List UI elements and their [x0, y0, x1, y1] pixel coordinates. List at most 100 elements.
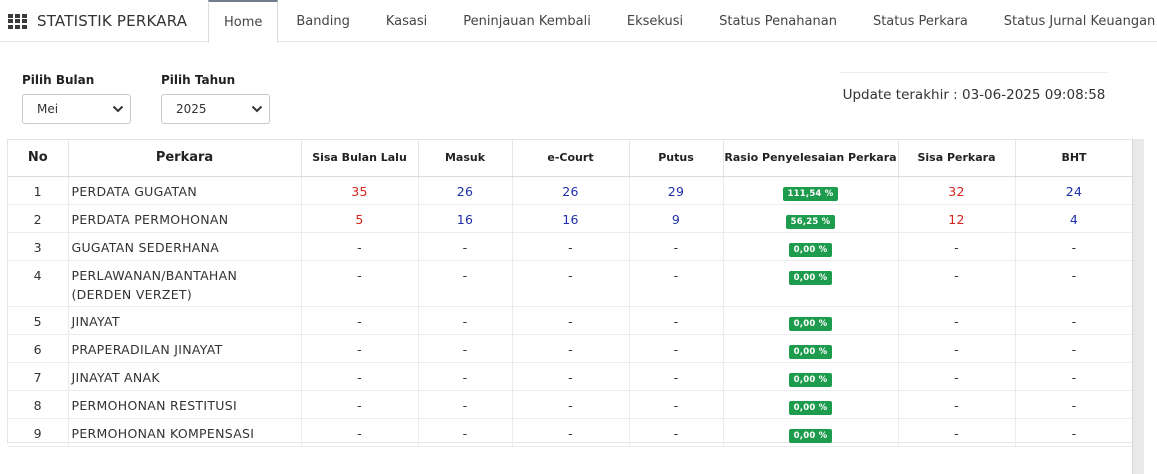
- cell-rasio: 0,00 %: [723, 334, 899, 363]
- nav-tab-peninjauan-kembali[interactable]: Peninjauan Kembali: [445, 0, 609, 42]
- statistics-table: No Perkara Sisa Bulan Lalu Masuk e-Court…: [8, 140, 1134, 447]
- cell-no: 2: [8, 204, 69, 233]
- table-row: 9 PERMOHONAN KOMPENSASI - - - - 0,00 % -…: [8, 418, 1134, 447]
- cell-rasio: 0,00 %: [723, 390, 899, 419]
- cell-ecourt: -: [512, 362, 630, 391]
- month-label: Pilih Bulan: [22, 73, 95, 87]
- nav-tab-status-penahanan[interactable]: Status Penahanan: [701, 0, 855, 42]
- cell-no: 6: [8, 334, 69, 363]
- cell-sisa-bulan-lalu: -: [301, 334, 419, 363]
- header-perkara: Perkara: [68, 140, 302, 177]
- nav-tab-eksekusi[interactable]: Eksekusi: [609, 0, 701, 42]
- table-row: 1 PERDATA GUGATAN 35 26 26 29 111,54 % 3…: [8, 176, 1134, 205]
- cell-bht: -: [1015, 334, 1134, 363]
- cell-perkara: JINAYAT: [68, 306, 302, 335]
- cell-ecourt: -: [512, 418, 630, 447]
- month-select-value: Mei: [37, 102, 59, 116]
- ratio-badge: 0,00 %: [788, 242, 833, 257]
- table-header-row: No Perkara Sisa Bulan Lalu Masuk e-Court…: [8, 140, 1134, 177]
- table-row: 2 PERDATA PERMOHONAN 5 16 16 9 56,25 % 1…: [8, 204, 1134, 233]
- main-nav: Home Banding Kasasi Peninjauan Kembali E…: [208, 0, 1157, 43]
- ratio-badge: 0,00 %: [788, 316, 833, 331]
- cell-sisa-bulan-lalu: -: [301, 390, 419, 419]
- cell-ecourt[interactable]: 26: [512, 176, 630, 205]
- cell-bht: -: [1015, 260, 1134, 307]
- cell-sisa-bulan-lalu: -: [301, 306, 419, 335]
- cell-sisa-perkara: -: [898, 232, 1016, 261]
- brand[interactable]: STATISTIK PERKARA: [8, 11, 187, 31]
- cell-sisa-perkara: -: [898, 306, 1016, 335]
- ratio-badge: 0,00 %: [788, 270, 833, 285]
- cell-rasio: 0,00 %: [723, 418, 899, 447]
- ratio-badge: 0,00 %: [788, 400, 833, 415]
- table-row: 4 PERLAWANAN/BANTAHAN (DERDEN VERZET) - …: [8, 260, 1134, 307]
- cell-no: 1: [8, 176, 69, 205]
- cell-bht: -: [1015, 418, 1134, 447]
- cell-putus: -: [629, 232, 724, 261]
- cell-perkara: PERDATA PERMOHONAN: [68, 204, 302, 233]
- cell-ecourt: -: [512, 232, 630, 261]
- year-select-value: 2025: [176, 102, 207, 116]
- cell-ecourt: -: [512, 260, 630, 307]
- cell-perkara: JINAYAT ANAK: [68, 362, 302, 391]
- statistics-table-container: No Perkara Sisa Bulan Lalu Masuk e-Court…: [7, 139, 1134, 447]
- cell-no: 9: [8, 418, 69, 447]
- cell-perkara: PERMOHONAN KOMPENSASI: [68, 418, 302, 447]
- nav-tab-banding[interactable]: Banding: [278, 0, 367, 42]
- cell-putus[interactable]: 29: [629, 176, 724, 205]
- cell-sisa-perkara[interactable]: 12: [898, 204, 1016, 233]
- cell-masuk: -: [418, 306, 513, 335]
- cell-perkara: PERDATA GUGATAN: [68, 176, 302, 205]
- cell-putus: -: [629, 362, 724, 391]
- cell-rasio: 0,00 %: [723, 362, 899, 391]
- nav-tab-status-jurnal-keuangan[interactable]: Status Jurnal Keuangan Perdata: [986, 0, 1157, 42]
- cell-sisa-perkara: -: [898, 260, 1016, 307]
- table-row: 3 GUGATAN SEDERHANA - - - - 0,00 % - -: [8, 232, 1134, 261]
- cell-putus[interactable]: 9: [629, 204, 724, 233]
- cell-no: 5: [8, 306, 69, 335]
- cell-bht: -: [1015, 390, 1134, 419]
- cell-rasio: 111,54 %: [723, 176, 899, 205]
- cell-putus: -: [629, 390, 724, 419]
- header-ecourt: e-Court: [512, 140, 630, 177]
- header-rasio: Rasio Penyelesaian Perkara: [723, 140, 899, 177]
- month-select[interactable]: Mei: [22, 94, 131, 124]
- cell-sisa-perkara: -: [898, 334, 1016, 363]
- cell-ecourt[interactable]: 16: [512, 204, 630, 233]
- nav-tab-status-perkara[interactable]: Status Perkara: [855, 0, 986, 42]
- cell-perkara: PERMOHONAN RESTITUSI: [68, 390, 302, 419]
- chevron-down-icon: [112, 105, 124, 113]
- cell-masuk[interactable]: 26: [418, 176, 513, 205]
- cell-no: 4: [8, 260, 69, 307]
- last-update-text: Update terakhir : 03-06-2025 09:08:58: [842, 86, 1106, 103]
- cell-bht: -: [1015, 362, 1134, 391]
- header-masuk: Masuk: [418, 140, 513, 177]
- cell-sisa-bulan-lalu[interactable]: 35: [301, 176, 419, 205]
- nav-tab-home[interactable]: Home: [208, 0, 279, 43]
- header-sisa-bulan-lalu: Sisa Bulan Lalu: [301, 140, 419, 177]
- cell-sisa-bulan-lalu[interactable]: 5: [301, 204, 419, 233]
- cell-perkara: PERLAWANAN/BANTAHAN (DERDEN VERZET): [68, 260, 302, 307]
- cell-rasio: 56,25 %: [723, 204, 899, 233]
- header-bht: BHT: [1015, 140, 1134, 177]
- cell-masuk: -: [418, 260, 513, 307]
- cell-masuk: -: [418, 362, 513, 391]
- ratio-badge: 0,00 %: [788, 344, 833, 359]
- cell-bht[interactable]: 4: [1015, 204, 1134, 233]
- cell-bht[interactable]: 24: [1015, 176, 1134, 205]
- grid-icon[interactable]: [8, 13, 27, 29]
- cell-ecourt: -: [512, 334, 630, 363]
- cell-sisa-perkara[interactable]: 32: [898, 176, 1016, 205]
- year-label: Pilih Tahun: [161, 73, 236, 87]
- header-putus: Putus: [629, 140, 724, 177]
- cell-bht: -: [1015, 232, 1134, 261]
- vertical-scrollbar[interactable]: [1132, 139, 1144, 474]
- cell-rasio: 0,00 %: [723, 232, 899, 261]
- ratio-badge: 111,54 %: [782, 186, 839, 201]
- cell-masuk: -: [418, 232, 513, 261]
- year-select[interactable]: 2025: [161, 94, 270, 124]
- table-row: 8 PERMOHONAN RESTITUSI - - - - 0,00 % - …: [8, 390, 1134, 419]
- cell-masuk[interactable]: 16: [418, 204, 513, 233]
- last-update-info: Update terakhir : 03-06-2025 09:08:58: [840, 72, 1108, 116]
- nav-tab-kasasi[interactable]: Kasasi: [368, 0, 445, 42]
